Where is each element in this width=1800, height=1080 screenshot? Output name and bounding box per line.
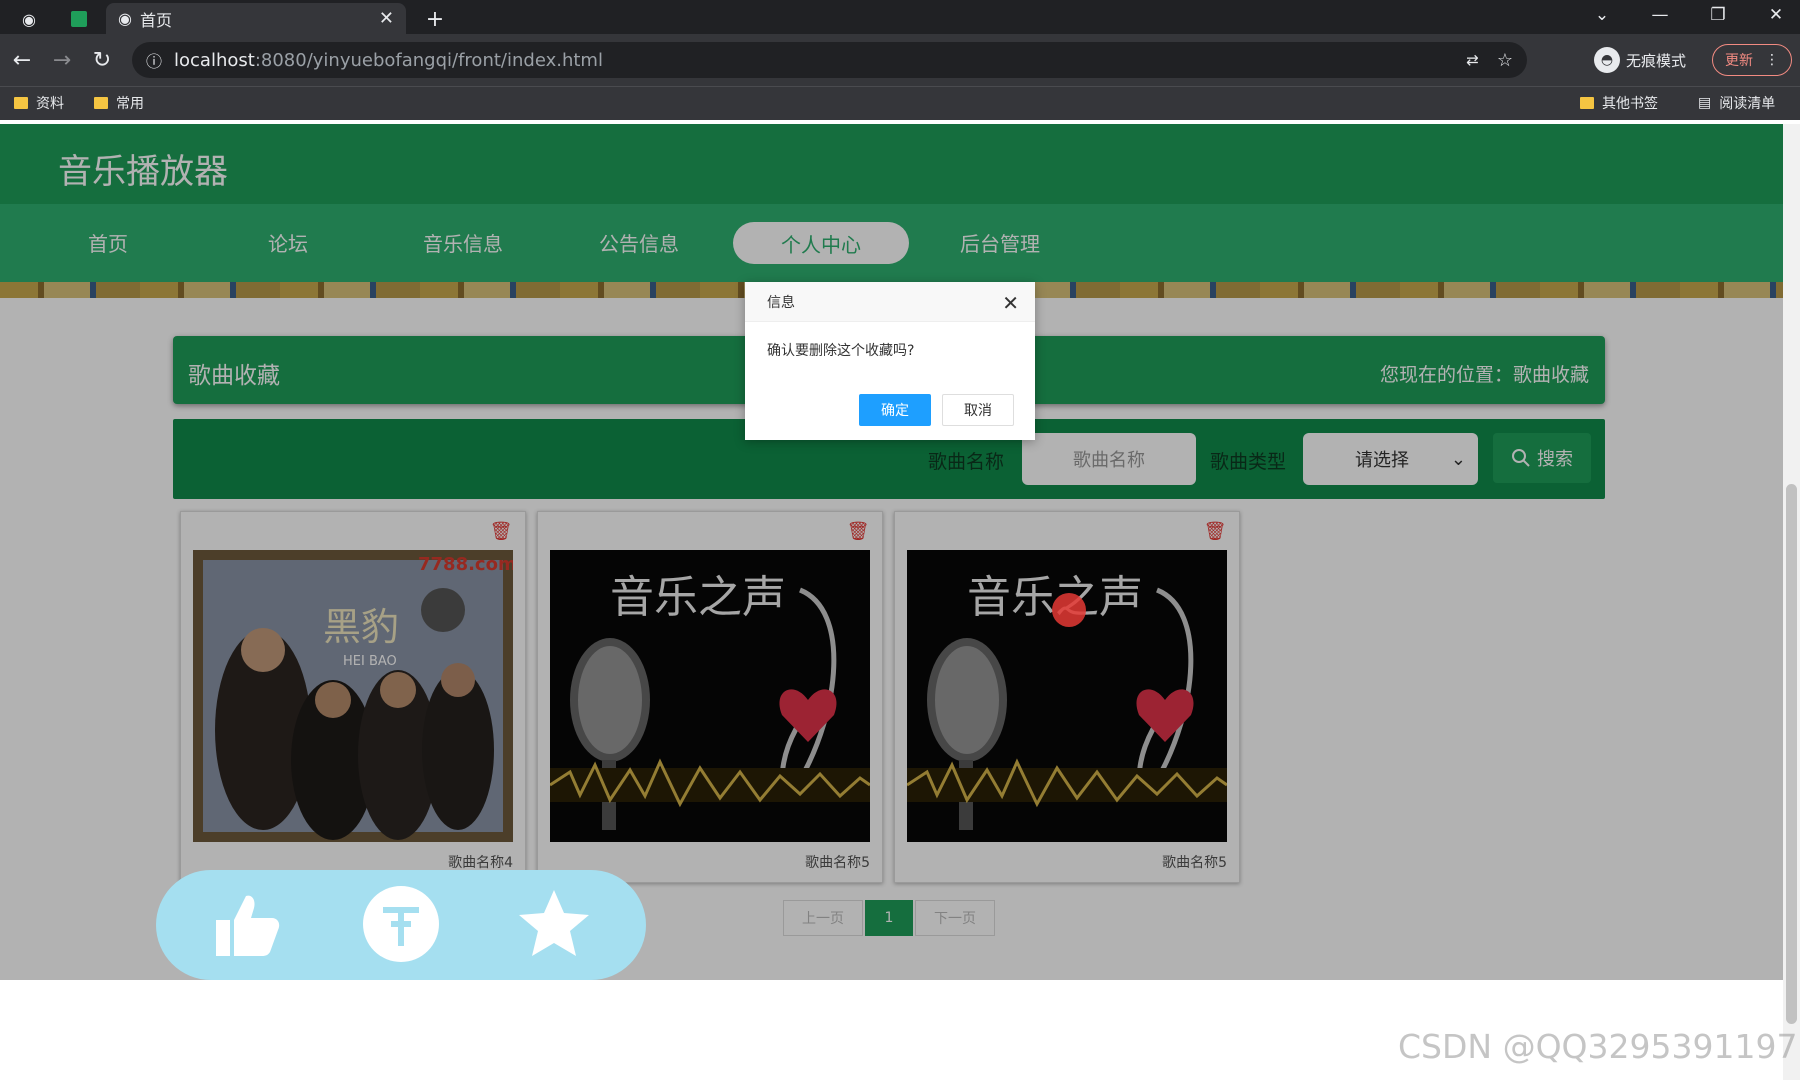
translate-icon[interactable]: ⇄ bbox=[1466, 51, 1479, 69]
back-icon[interactable]: ← bbox=[6, 44, 38, 76]
menu-kebab-icon: ⋮ bbox=[1765, 52, 1779, 68]
coin-icon[interactable] bbox=[361, 884, 441, 964]
incognito-icon: ◓ bbox=[1594, 47, 1620, 73]
dialog-message: 确认要删除这个收藏吗? bbox=[767, 343, 915, 359]
bookmark-label: 常用 bbox=[116, 96, 144, 112]
info-icon[interactable]: ⓘ bbox=[146, 48, 162, 72]
minimize-icon[interactable]: — bbox=[1640, 0, 1680, 30]
confirm-cancel-button[interactable]: 取消 bbox=[942, 394, 1014, 426]
browser-tab-strip: ◉ ◉ 首页 ✕ + ⌄ — ❐ ✕ bbox=[0, 0, 1800, 34]
reading-list-icon: ▤ bbox=[1698, 95, 1712, 111]
folder-icon bbox=[1580, 97, 1594, 109]
restore-icon[interactable]: ❐ bbox=[1698, 0, 1738, 30]
dialog-title: 信息 bbox=[745, 282, 1035, 322]
update-button[interactable]: 更新 ⋮ bbox=[1712, 44, 1792, 76]
tab-search-icon[interactable]: ⌄ bbox=[1582, 0, 1622, 30]
floating-action-panel bbox=[156, 870, 646, 980]
bookmarks-bar: 资料 常用 其他书签 ▤ 阅读清单 bbox=[0, 86, 1800, 120]
folder-icon bbox=[94, 97, 108, 109]
globe-icon[interactable]: ◉ bbox=[14, 4, 44, 34]
globe-icon: ◉ bbox=[118, 9, 132, 28]
scrollbar-thumb[interactable] bbox=[1786, 484, 1797, 1024]
forward-icon[interactable]: → bbox=[46, 44, 78, 76]
app-tab-icon[interactable] bbox=[64, 4, 94, 34]
bookmark-folder-ziliao[interactable]: 资料 bbox=[14, 93, 64, 113]
incognito-label: 无痕模式 bbox=[1626, 51, 1687, 70]
folder-icon bbox=[14, 97, 28, 109]
window-close-icon[interactable]: ✕ bbox=[1756, 0, 1796, 30]
bookmark-folder-other[interactable]: 其他书签 bbox=[1580, 93, 1658, 113]
star-favorite-icon[interactable] bbox=[514, 884, 594, 964]
url-host: localhost bbox=[174, 49, 255, 71]
new-tab-icon[interactable]: + bbox=[420, 4, 450, 34]
watermark: CSDN @QQ3295391197 bbox=[1398, 1027, 1798, 1066]
reading-list[interactable]: ▤ 阅读清单 bbox=[1698, 93, 1775, 113]
update-label: 更新 bbox=[1725, 53, 1753, 69]
reload-icon[interactable]: ↻ bbox=[86, 44, 118, 76]
bookmark-label: 资料 bbox=[36, 96, 64, 112]
mouse-cursor-highlight bbox=[1052, 593, 1086, 627]
confirm-dialog: 信息 ✕ 确认要删除这个收藏吗? 确定 取消 bbox=[745, 282, 1035, 440]
modal-overlay[interactable] bbox=[0, 124, 1783, 980]
url-path: :8080/yinyuebofangqi/front/index.html bbox=[254, 49, 603, 71]
close-icon[interactable]: ✕ bbox=[1002, 291, 1019, 315]
bookmark-folder-changyong[interactable]: 常用 bbox=[94, 93, 144, 113]
close-tab-icon[interactable]: ✕ bbox=[379, 8, 394, 29]
browser-tab-active[interactable]: ◉ 首页 ✕ bbox=[106, 3, 406, 34]
confirm-ok-button[interactable]: 确定 bbox=[859, 394, 931, 426]
address-bar[interactable]: ⓘ localhost:8080/yinyuebofangqi/front/in… bbox=[132, 42, 1527, 78]
thumbs-up-icon[interactable] bbox=[206, 884, 286, 964]
bookmark-star-icon[interactable]: ☆ bbox=[1497, 50, 1513, 71]
browser-toolbar: ← → ↻ ⓘ localhost:8080/yinyuebofangqi/fr… bbox=[0, 34, 1800, 86]
incognito-indicator[interactable]: ◓ 无痕模式 bbox=[1594, 44, 1686, 76]
bookmark-label: 阅读清单 bbox=[1719, 96, 1776, 112]
tab-title: 首页 bbox=[139, 10, 172, 30]
page-scrollbar[interactable] bbox=[1783, 124, 1800, 1080]
bookmark-label: 其他书签 bbox=[1602, 96, 1658, 112]
